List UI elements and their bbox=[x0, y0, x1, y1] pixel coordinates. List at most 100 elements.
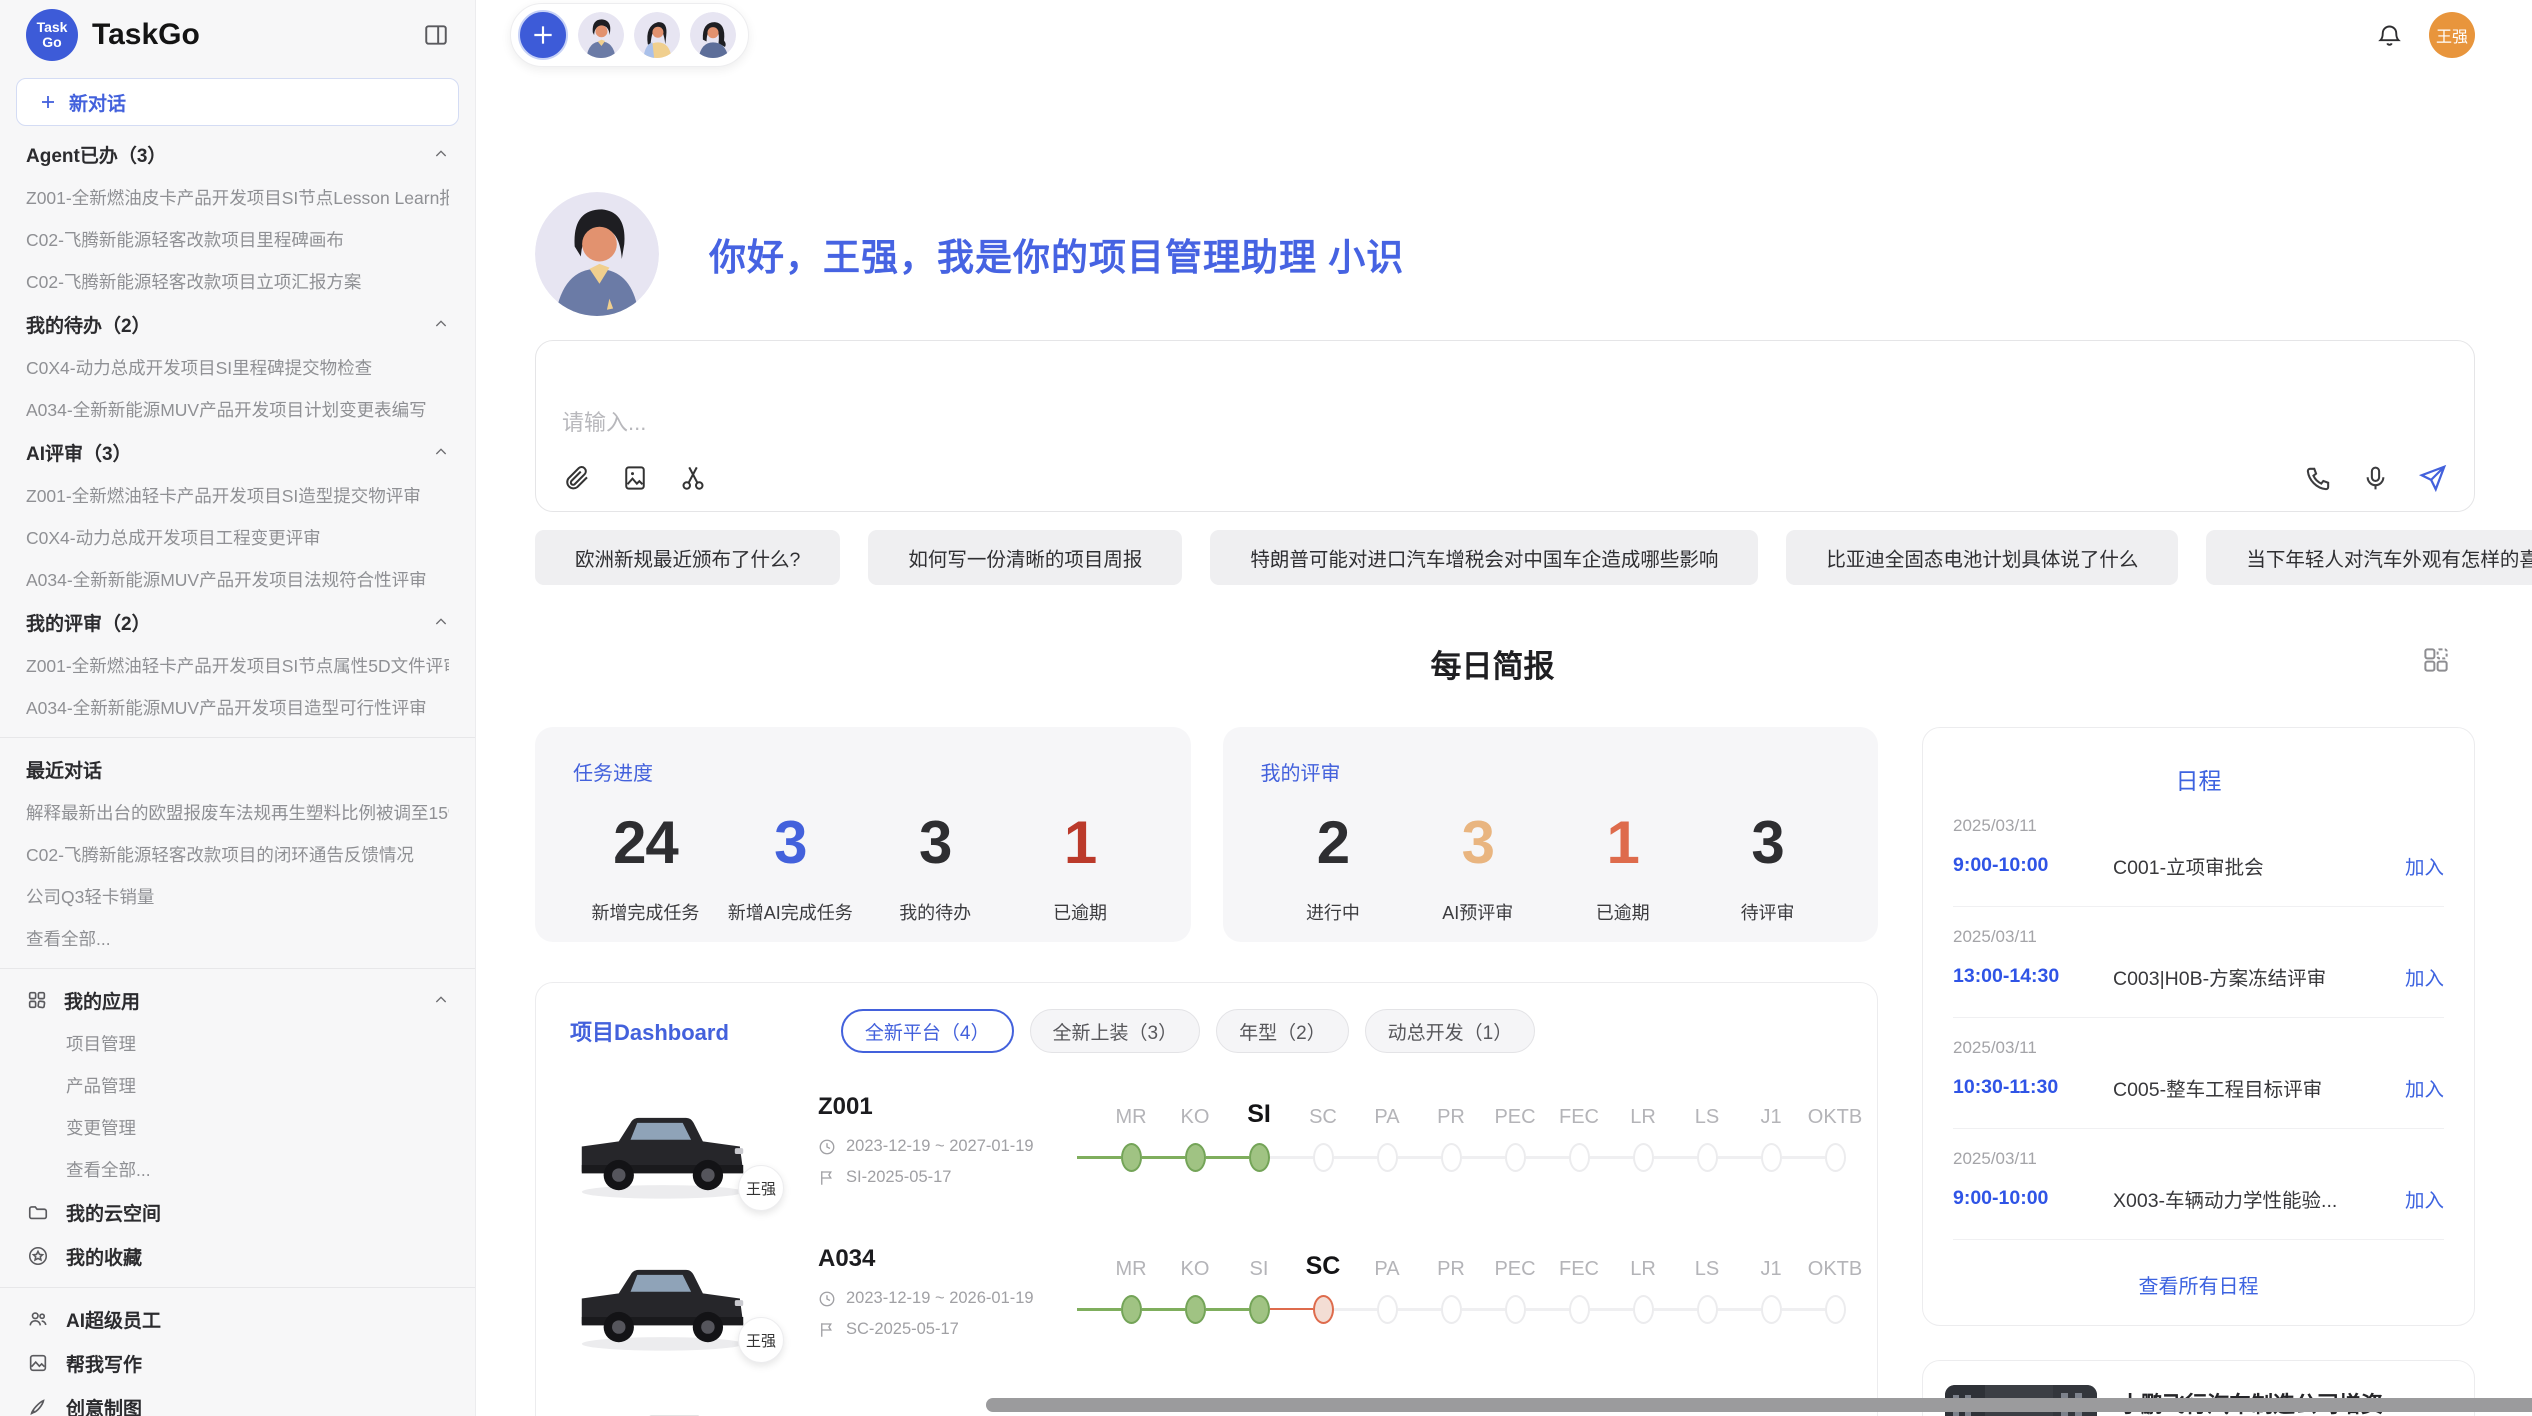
image-upload-icon[interactable] bbox=[620, 463, 650, 493]
recent-chats-section: 最近对话 解释最新出台的欧盟报废车法规再生塑料比例被调至15%... C02-飞… bbox=[26, 747, 449, 959]
scissors-icon[interactable] bbox=[678, 463, 708, 493]
sidebar-task-item[interactable]: A034-全新新能源MUV产品开发项目法规符合性评审 bbox=[26, 558, 449, 600]
user-avatar[interactable]: 王强 bbox=[2429, 12, 2475, 58]
chat-input[interactable]: 请输入... bbox=[562, 405, 2448, 463]
milestone-node: SC bbox=[1291, 1247, 1355, 1331]
send-icon[interactable] bbox=[2418, 463, 2448, 493]
sidebar-task-item[interactable]: C0X4-动力总成开发项目工程变更评审 bbox=[26, 516, 449, 558]
suggestion-chip[interactable]: 比亚迪全固态电池计划具体说了什么 bbox=[1786, 530, 2178, 585]
milestone-label: MR bbox=[1115, 1247, 1146, 1281]
sidebar-task-item[interactable]: Z001-全新燃油轻卡产品开发项目SI节点属性5D文件评审 bbox=[26, 644, 449, 686]
milestone-timeline: MR KO bbox=[1073, 1247, 1843, 1331]
section-items: C0X4-动力总成开发项目SI里程碑提交物检查 A034-全新新能源MUV产品开… bbox=[26, 346, 449, 430]
stat-value: 1 bbox=[1008, 808, 1153, 877]
sidebar-item-creative-draw[interactable]: 创意制图 bbox=[26, 1385, 449, 1416]
logo-text-1: Task bbox=[37, 20, 68, 35]
add-agent-button[interactable] bbox=[518, 10, 568, 60]
milestone-dot bbox=[1697, 1143, 1718, 1172]
milestone-node: OKTB bbox=[1803, 1247, 1867, 1331]
sidebar-task-item[interactable]: C02-飞腾新能源轻客改款项目里程碑画布 bbox=[26, 218, 449, 260]
event-join-link[interactable]: 加入 bbox=[2405, 962, 2444, 991]
notification-bell-icon[interactable] bbox=[2376, 22, 2403, 49]
event-name: X003-车辆动力学性能验... bbox=[2113, 1184, 2387, 1213]
project-row[interactable]: 王强 A034 2023-12-19 ~ 2026-01-19 bbox=[570, 1245, 1843, 1357]
event-join-link[interactable]: 加入 bbox=[2405, 1073, 2444, 1102]
stat-value: 3 bbox=[1405, 808, 1550, 877]
suggestion-chip[interactable]: 当下年轻人对汽车外观有怎样的喜好趋势 bbox=[2206, 530, 2532, 585]
apps-grid-icon bbox=[26, 989, 48, 1011]
dashboard-filter-chip[interactable]: 全新上装（3） bbox=[1030, 1009, 1201, 1053]
app-logo: Task Go bbox=[26, 9, 78, 61]
milestone-dot bbox=[1441, 1295, 1462, 1324]
dashboard-filter-chip[interactable]: 动总开发（1） bbox=[1365, 1009, 1536, 1053]
stat: 3 AI预评审 bbox=[1405, 808, 1550, 925]
event-join-link[interactable]: 加入 bbox=[2405, 851, 2444, 880]
layout-grid-icon[interactable] bbox=[2421, 645, 2451, 675]
milestone-node: KO bbox=[1163, 1095, 1227, 1179]
suggestion-chip[interactable]: 如何写一份清晰的项目周报 bbox=[868, 530, 1182, 585]
phone-call-icon[interactable] bbox=[2304, 464, 2333, 493]
clock-icon bbox=[818, 1138, 836, 1156]
app-item[interactable]: 变更管理 bbox=[26, 1106, 449, 1148]
project-row[interactable]: 王强 Z001 2023-12-19 ~ 2027-01-19 bbox=[570, 1093, 1843, 1205]
attachment-icon[interactable] bbox=[562, 463, 592, 493]
briefing-card: 我的评审 2 进行中 3 bbox=[1223, 727, 1879, 942]
sidebar-item-help-write[interactable]: 帮我写作 bbox=[26, 1341, 449, 1385]
schedule-event: 2025/03/11 10:30-11:30 C005-整车工程目标评审 加入 bbox=[1953, 1018, 2444, 1129]
agent-avatar-1[interactable] bbox=[578, 12, 624, 58]
sidebar-item-cloud-space[interactable]: 我的云空间 bbox=[26, 1190, 449, 1234]
sidebar-task-item[interactable]: Z001-全新燃油轻卡产品开发项目SI造型提交物评审 bbox=[26, 474, 449, 516]
dashboard-filter-chip[interactable]: 全新平台（4） bbox=[841, 1009, 1014, 1053]
agent-avatar-3[interactable] bbox=[690, 12, 736, 58]
horizontal-scrollbar[interactable] bbox=[986, 1398, 2532, 1412]
dashboard-filter-chip[interactable]: 年型（2） bbox=[1216, 1009, 1349, 1053]
app-item[interactable]: 项目管理 bbox=[26, 1022, 449, 1064]
stat-value: 3 bbox=[863, 808, 1008, 877]
microphone-icon[interactable] bbox=[2361, 464, 2390, 493]
event-time: 9:00-10:00 bbox=[1953, 1187, 2113, 1210]
schedule-view-all-link[interactable]: 查看所有日程 bbox=[1953, 1270, 2444, 1299]
app-item[interactable]: 产品管理 bbox=[26, 1064, 449, 1106]
sidebar-task-item[interactable]: C02-飞腾新能源轻客改款项目立项汇报方案 bbox=[26, 260, 449, 302]
sidebar-item-ai-super-staff[interactable]: AI超级员工 bbox=[26, 1297, 449, 1341]
image-doc-icon bbox=[26, 1352, 50, 1374]
event-name: C003|H0B-方案冻结评审 bbox=[2113, 962, 2387, 991]
section-header[interactable]: Agent已办（3） bbox=[26, 132, 449, 176]
section-header[interactable]: AI评审（3） bbox=[26, 430, 449, 474]
milestone-node: PA bbox=[1355, 1095, 1419, 1179]
dashboard-title: 项目Dashboard bbox=[570, 1015, 729, 1047]
milestone-label: LR bbox=[1630, 1095, 1656, 1129]
event-join-link[interactable]: 加入 bbox=[2405, 1184, 2444, 1213]
suggestion-chips: 欧洲新规最近颁布了什么? 如何写一份清晰的项目周报 特朗普可能对进口汽车增税会对… bbox=[535, 530, 2475, 585]
milestone-timeline: MR KO bbox=[1073, 1095, 1843, 1179]
help-write-label: 帮我写作 bbox=[66, 1350, 142, 1377]
my-apps-section: 我的应用 项目管理 产品管理 变更管理 查看全部... bbox=[26, 978, 449, 1190]
sidebar-task-item[interactable]: A034-全新新能源MUV产品开发项目造型可行性评审 bbox=[26, 686, 449, 728]
app-item[interactable]: 查看全部... bbox=[26, 1148, 449, 1190]
section-header[interactable]: 我的待办（2） bbox=[26, 302, 449, 346]
topbar-right: 王强 bbox=[2376, 12, 2475, 58]
sidebar-task-item[interactable]: A034-全新新能源MUV产品开发项目计划变更表编写 bbox=[26, 388, 449, 430]
sidebar-task-item[interactable]: C0X4-动力总成开发项目SI里程碑提交物检查 bbox=[26, 346, 449, 388]
agent-avatar-2[interactable] bbox=[634, 12, 680, 58]
sidebar-task-item[interactable]: Z001-全新燃油皮卡产品开发项目SI节点Lesson Learn报告 bbox=[26, 176, 449, 218]
greeting-section: 你好，王强，我是你的项目管理助理 小识 bbox=[535, 192, 2475, 316]
suggestion-chip[interactable]: 特朗普可能对进口汽车增税会对中国车企造成哪些影响 bbox=[1210, 530, 1758, 585]
sidebar-item-favorites[interactable]: 我的收藏 bbox=[26, 1234, 449, 1278]
milestone-label: J1 bbox=[1760, 1247, 1781, 1281]
recent-chat-item[interactable]: 公司Q3轻卡销量 bbox=[26, 875, 449, 917]
milestone-node: PEC bbox=[1483, 1095, 1547, 1179]
stat-label: 我的待办 bbox=[863, 899, 1008, 925]
recent-chat-item[interactable]: 解释最新出台的欧盟报废车法规再生塑料比例被调至15%... bbox=[26, 791, 449, 833]
recent-chats-view-all[interactable]: 查看全部... bbox=[26, 917, 449, 959]
suggestion-chip[interactable]: 欧洲新规最近颁布了什么? bbox=[535, 530, 840, 585]
favorites-label: 我的收藏 bbox=[66, 1243, 142, 1270]
new-chat-button[interactable]: 新对话 bbox=[16, 78, 459, 126]
sidebar-collapse-icon[interactable] bbox=[423, 22, 449, 48]
recent-chat-item[interactable]: C02-飞腾新能源轻客改款项目的闭环通告反馈情况 bbox=[26, 833, 449, 875]
milestone-label: LR bbox=[1630, 1247, 1656, 1281]
section-header[interactable]: 我的评审（2） bbox=[26, 600, 449, 644]
my-apps-header[interactable]: 我的应用 bbox=[26, 978, 449, 1022]
milestone-label: PA bbox=[1374, 1247, 1399, 1281]
event-name: C005-整车工程目标评审 bbox=[2113, 1073, 2387, 1102]
